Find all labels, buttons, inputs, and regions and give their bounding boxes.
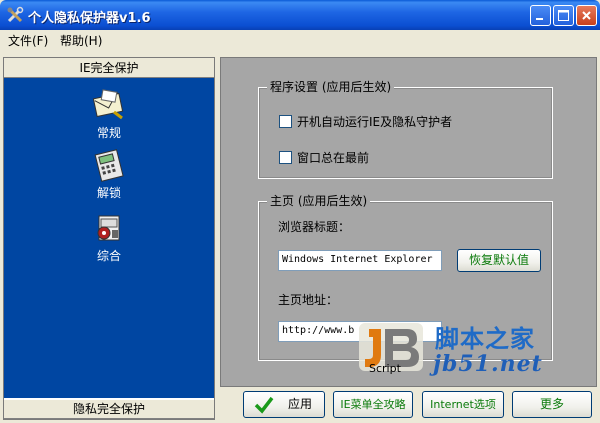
always-on-top-checkbox[interactable]: 窗口总在最前: [279, 149, 369, 166]
always-on-top-checkbox-box[interactable]: [279, 151, 292, 164]
nav-label-general: 常规: [96, 126, 121, 140]
browser-title-label: 浏览器标题：: [278, 220, 351, 234]
window-title: 个人隐私保护器v1.6: [28, 11, 151, 26]
maximize-button[interactable]: [553, 5, 574, 26]
nav-item-unlock[interactable]: 解锁: [74, 148, 144, 201]
program-settings-legend: 程序设置 (应用后生效): [267, 80, 395, 94]
nav-label-unlock: 解锁: [96, 186, 121, 200]
envelope-icon: [92, 89, 124, 120]
apply-button[interactable]: 应用: [243, 391, 325, 418]
homepage-url-label: 主页地址：: [278, 293, 339, 307]
homepage-legend: 主页 (应用后生效): [267, 194, 371, 208]
restore-default-button[interactable]: 恢复默认值: [457, 249, 541, 272]
gear-phone-icon: [97, 215, 120, 241]
checkmark-icon: [254, 396, 274, 414]
calculator-icon: [94, 149, 124, 182]
apply-label: 应用: [288, 397, 313, 411]
watermark: Script 脚本之家 jb51.net: [355, 315, 595, 383]
internet-options-button[interactable]: Internet选项: [422, 391, 504, 418]
nav-item-comprehensive[interactable]: 综合: [74, 211, 144, 264]
nav-header-ie-protection[interactable]: IE完全保护: [4, 58, 214, 78]
watermark-script-word: Script: [369, 362, 401, 375]
watermark-site-cn: 脚本之家: [435, 325, 535, 353]
nav-footer-privacy-protection[interactable]: 隐私完全保护: [4, 398, 214, 419]
browser-title-input[interactable]: Windows Internet Explorer: [278, 250, 442, 271]
program-settings-group: 程序设置 (应用后生效) 开机自动运行IE及隐私守护者 窗口总在最前: [258, 80, 553, 179]
nav-label-comprehensive: 综合: [96, 249, 121, 263]
menu-file[interactable]: 文件(F): [8, 32, 48, 49]
watermark-site-url: jb51.net: [433, 351, 543, 377]
close-button[interactable]: [576, 5, 597, 26]
autostart-label: 开机自动运行IE及隐私守护者: [297, 115, 453, 129]
title-bar[interactable]: 个人隐私保护器v1.6: [0, 0, 600, 30]
minimize-icon: [536, 18, 543, 20]
minimize-button[interactable]: [530, 5, 551, 26]
autostart-checkbox[interactable]: 开机自动运行IE及隐私守护者: [279, 113, 452, 130]
left-nav-panel: IE完全保护 常规 解锁 综合 隐私完全保护: [3, 57, 215, 420]
more-button[interactable]: 更多: [512, 391, 592, 418]
tools-icon: [7, 6, 24, 23]
ie-menu-guide-button[interactable]: IE菜单全攻略: [333, 391, 413, 418]
maximize-icon: [558, 10, 569, 21]
autostart-checkbox-box[interactable]: [279, 115, 292, 128]
menu-bar: 文件(F) 帮助(H): [0, 30, 600, 49]
close-icon: [582, 11, 591, 20]
nav-item-general[interactable]: 常规: [74, 88, 144, 141]
menu-help[interactable]: 帮助(H): [60, 32, 102, 49]
always-on-top-label: 窗口总在最前: [297, 151, 370, 165]
